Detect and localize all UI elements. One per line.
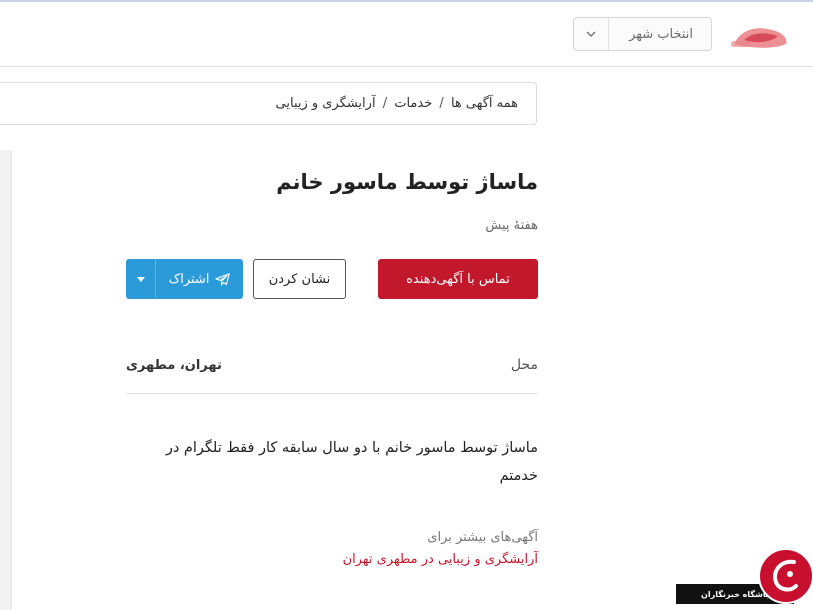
- more-ads-link[interactable]: آرایشگری و زیبایی در مطهری تهران: [343, 552, 538, 567]
- ad-time: هفتهٔ پیش: [485, 218, 538, 233]
- breadcrumb-item-services[interactable]: خدمات: [394, 96, 432, 111]
- city-select-label: انتخاب شهر: [629, 27, 693, 42]
- breadcrumb: همه آگهی ها / خدمات / آرایشگری و زیبایی: [0, 82, 537, 125]
- city-select-toggle[interactable]: [574, 18, 609, 50]
- watermark: باشگاه خبرنگاران: [676, 548, 813, 605]
- ad-title: ماساژ توسط ماسور خانم: [276, 170, 538, 194]
- breadcrumb-separator: /: [382, 96, 388, 111]
- breadcrumb-separator: /: [439, 96, 444, 111]
- breadcrumb-item-all-ads[interactable]: همه آگهی ها: [451, 96, 518, 111]
- watermark-logo-icon: [773, 559, 798, 592]
- watermark-logo: [758, 548, 813, 604]
- chevron-down-icon: [586, 31, 596, 37]
- mark-button[interactable]: نشان کردن: [253, 259, 346, 299]
- location-value: تهران، مطهری: [126, 358, 222, 373]
- logo[interactable]: [728, 22, 792, 52]
- ad-description: ماساژ توسط ماسور خانم با دو سال سابقه کا…: [126, 434, 538, 490]
- location-row: محل تهران، مطهری: [126, 345, 538, 394]
- share-button-group: اشتراک: [126, 259, 243, 299]
- share-label: اشتراک: [168, 271, 210, 287]
- left-panel: [0, 150, 12, 610]
- city-select[interactable]: انتخاب شهر: [573, 17, 712, 51]
- share-button[interactable]: اشتراک: [156, 259, 243, 299]
- ad-description-line: خدمتم: [499, 468, 538, 484]
- header: انتخاب شهر: [0, 2, 813, 67]
- logo-icon: [731, 28, 787, 48]
- ad-description-line: ماساژ توسط ماسور خانم با دو سال سابقه کا…: [165, 440, 538, 456]
- share-dropdown-toggle[interactable]: [126, 259, 156, 299]
- caret-down-icon: [136, 276, 145, 282]
- breadcrumb-item-beauty[interactable]: آرایشگری و زیبایی: [276, 96, 376, 111]
- telegram-icon: [215, 272, 231, 286]
- watermark-text: باشگاه خبرنگاران: [701, 589, 769, 599]
- contact-button[interactable]: تماس با آگهی‌دهنده: [378, 259, 538, 299]
- location-key: محل: [510, 357, 538, 373]
- more-ads-label: آگهی‌های بیشتر برای: [427, 530, 538, 545]
